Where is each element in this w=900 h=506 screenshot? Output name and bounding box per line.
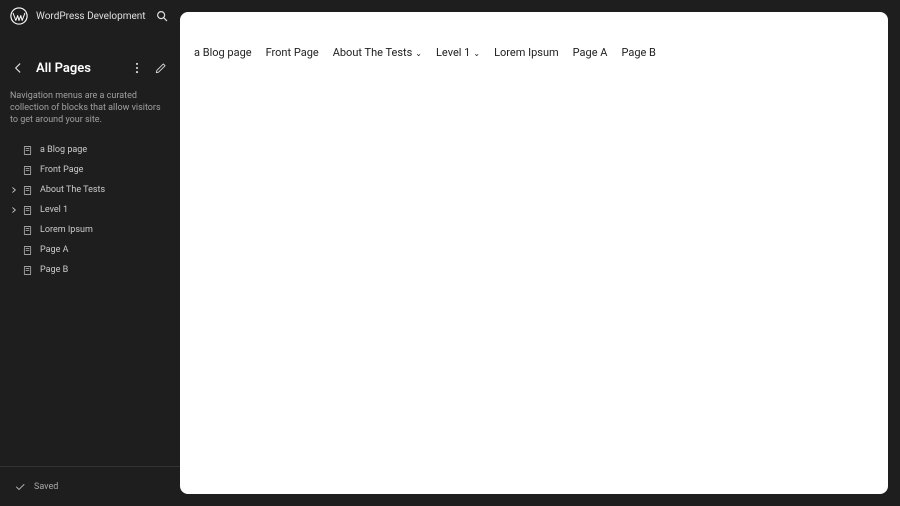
expand-caret-icon[interactable]: [8, 206, 20, 214]
page-icon: [20, 203, 34, 217]
save-status: Saved: [34, 482, 58, 492]
page-icon: [20, 143, 34, 157]
preview-nav-item[interactable]: Lorem Ipsum: [494, 46, 559, 59]
page-list-item[interactable]: Front Page: [0, 160, 180, 180]
back-icon[interactable]: [10, 60, 26, 76]
preview-nav-item[interactable]: Page B: [621, 46, 655, 59]
page-list-item[interactable]: Page A: [0, 240, 180, 260]
chevron-down-icon: ⌄: [415, 49, 422, 58]
preview-nav-label: Page A: [573, 46, 608, 59]
preview-nav-label: Lorem Ipsum: [494, 46, 559, 59]
page-icon: [20, 163, 34, 177]
more-menu-icon[interactable]: [128, 59, 146, 77]
search-icon[interactable]: [154, 8, 170, 24]
preview-nav-item[interactable]: Page A: [573, 46, 608, 59]
page-list-item[interactable]: Page B: [0, 260, 180, 280]
page-list-item[interactable]: a Blog page: [0, 140, 180, 160]
page-icon: [20, 263, 34, 277]
panel-title: All Pages: [36, 61, 91, 76]
page-list-item-label: Lorem Ipsum: [40, 225, 93, 235]
preview-nav-item[interactable]: About The Tests⌄: [333, 46, 422, 59]
page-list-item[interactable]: Level 1: [0, 200, 180, 220]
page-icon: [20, 243, 34, 257]
sidebar: WordPress Development All Pages Navigati…: [0, 0, 180, 506]
panel-header: All Pages: [0, 56, 180, 80]
site-title: WordPress Development: [36, 11, 146, 22]
preview-nav-item[interactable]: Level 1⌄: [436, 46, 480, 59]
preview-nav-label: Page B: [621, 46, 655, 59]
page-list: a Blog page Front Page About The Tests Leve…: [0, 140, 180, 280]
editor-canvas[interactable]: a Blog pageFront PageAbout The Tests⌄Lev…: [180, 12, 888, 494]
preview-nav-label: About The Tests: [333, 46, 413, 59]
preview-navigation: a Blog pageFront PageAbout The Tests⌄Lev…: [180, 12, 888, 59]
page-list-item-label: Level 1: [40, 205, 68, 215]
check-icon: [14, 481, 26, 493]
sidebar-top-bar: WordPress Development: [0, 0, 180, 32]
page-list-item[interactable]: Lorem Ipsum: [0, 220, 180, 240]
page-list-item-label: Page B: [40, 265, 68, 275]
panel-description: Navigation menus are a curated collectio…: [0, 80, 180, 126]
edit-icon[interactable]: [152, 59, 170, 77]
preview-nav-label: Front Page: [266, 46, 319, 59]
preview-nav-item[interactable]: Front Page: [266, 46, 319, 59]
wordpress-logo-icon[interactable]: [10, 7, 28, 25]
preview-nav-item[interactable]: a Blog page: [194, 46, 252, 59]
chevron-down-icon: ⌄: [473, 49, 480, 58]
page-list-item-label: a Blog page: [40, 145, 87, 155]
page-list-item-label: About The Tests: [40, 185, 105, 195]
page-list-item[interactable]: About The Tests: [0, 180, 180, 200]
page-icon: [20, 183, 34, 197]
page-icon: [20, 223, 34, 237]
expand-caret-icon[interactable]: [8, 186, 20, 194]
page-list-item-label: Page A: [40, 245, 68, 255]
page-list-item-label: Front Page: [40, 165, 83, 175]
preview-nav-label: Level 1: [436, 46, 470, 59]
preview-nav-label: a Blog page: [194, 46, 252, 59]
sidebar-footer: Saved: [0, 466, 180, 506]
